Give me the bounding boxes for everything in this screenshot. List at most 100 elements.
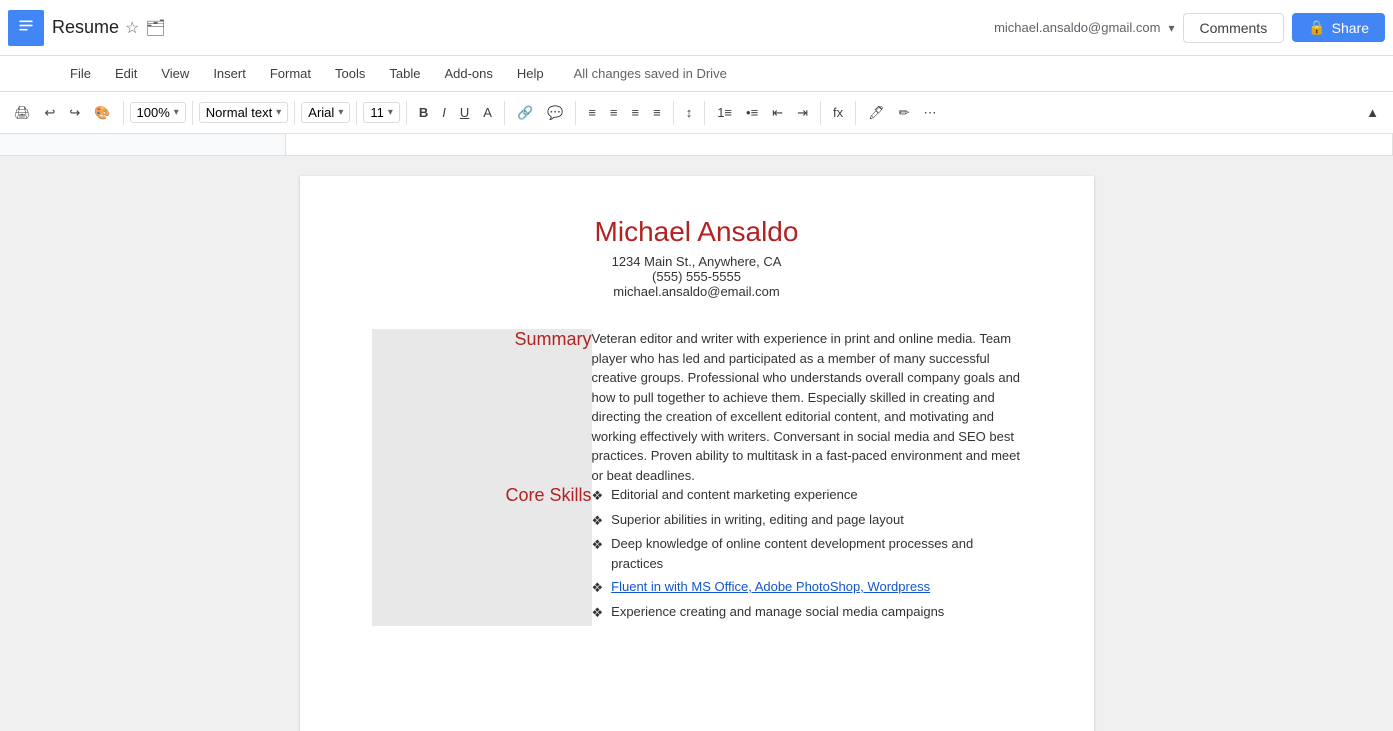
size-chevron-icon: ▾ bbox=[388, 107, 393, 118]
formula-button[interactable]: fx bbox=[827, 101, 849, 124]
increase-indent-button[interactable]: ⇥ bbox=[791, 101, 814, 125]
toolbar-divider-3 bbox=[294, 101, 295, 125]
resume-address: 1234 Main St., Anywhere, CA bbox=[372, 254, 1022, 269]
list-item: ❖ Fluent in with MS Office, Adobe PhotoS… bbox=[592, 577, 1022, 598]
table-row: Core Skills ❖ Editorial and content mark… bbox=[372, 485, 1022, 626]
dropdown-arrow-icon[interactable]: ▾ bbox=[1168, 21, 1174, 35]
pen-button[interactable]: ✏ bbox=[893, 101, 916, 125]
style-value: Normal text bbox=[206, 105, 272, 120]
menu-file[interactable]: File bbox=[60, 62, 101, 85]
top-bar: Resume ☆ 🗂 michael.ansaldo@gmail.com ▾ C… bbox=[0, 0, 1393, 56]
numbered-list-button[interactable]: 1≡ bbox=[711, 101, 738, 124]
app-icon bbox=[8, 10, 44, 46]
comment-inline-button[interactable]: 💬 bbox=[541, 101, 569, 125]
more-button[interactable]: ⋯ bbox=[918, 101, 943, 125]
skill-text: Deep knowledge of online content develop… bbox=[611, 534, 1021, 573]
font-chevron-icon: ▾ bbox=[338, 107, 343, 118]
toolbar-divider-9 bbox=[704, 101, 705, 125]
skills-content-cell: ❖ Editorial and content marketing experi… bbox=[592, 485, 1022, 626]
menu-tools[interactable]: Tools bbox=[325, 62, 375, 85]
resume-table: Summary Veteran editor and writer with e… bbox=[372, 329, 1022, 626]
menu-view[interactable]: View bbox=[151, 62, 199, 85]
resume-email: michael.ansaldo@email.com bbox=[372, 284, 1022, 299]
decrease-indent-button[interactable]: ⇤ bbox=[766, 101, 789, 125]
resume-name: Michael Ansaldo bbox=[372, 216, 1022, 248]
doc-title-area: Resume ☆ 🗂 bbox=[52, 17, 994, 38]
bullet-icon: ❖ bbox=[592, 511, 604, 531]
undo-button[interactable]: ↩ bbox=[39, 101, 62, 125]
line-spacing-button[interactable]: ↕ bbox=[680, 101, 699, 124]
font-dropdown[interactable]: Arial ▾ bbox=[301, 102, 350, 123]
lock-icon: 🔒 bbox=[1308, 19, 1325, 36]
menu-table[interactable]: Table bbox=[379, 62, 430, 85]
share-label: Share bbox=[1332, 20, 1369, 36]
table-row: Summary Veteran editor and writer with e… bbox=[372, 329, 1022, 485]
skills-label-cell: Core Skills bbox=[372, 485, 592, 626]
menu-addons[interactable]: Add-ons bbox=[434, 62, 502, 85]
align-left-button[interactable]: ≡ bbox=[582, 101, 602, 124]
menu-edit[interactable]: Edit bbox=[105, 62, 147, 85]
align-justify-button[interactable]: ≡ bbox=[647, 101, 667, 124]
align-right-button[interactable]: ≡ bbox=[626, 101, 646, 124]
menu-bar: File Edit View Insert Format Tools Table… bbox=[0, 56, 1393, 92]
summary-content: Veteran editor and writer with experienc… bbox=[592, 331, 1021, 483]
print-button[interactable]: 🖨 bbox=[8, 101, 37, 125]
align-center-button[interactable]: ≡ bbox=[604, 101, 624, 124]
toolbar-divider-1 bbox=[123, 101, 124, 125]
skill-link-text[interactable]: Fluent in with MS Office, Adobe PhotoSho… bbox=[611, 577, 930, 597]
style-dropdown[interactable]: Normal text ▾ bbox=[199, 102, 289, 123]
summary-label-cell: Summary bbox=[372, 329, 592, 485]
underline-button[interactable]: U bbox=[454, 101, 475, 124]
menu-format[interactable]: Format bbox=[260, 62, 321, 85]
link-button[interactable]: 🔗 bbox=[511, 101, 539, 125]
highlight-button[interactable]: 🖊 bbox=[862, 101, 891, 125]
ruler bbox=[0, 134, 1393, 156]
skill-text: Superior abilities in writing, editing a… bbox=[611, 510, 904, 530]
toolbar-divider-8 bbox=[673, 101, 674, 125]
font-value: Arial bbox=[308, 105, 334, 120]
folder-icon[interactable]: 🗂 bbox=[145, 18, 165, 38]
summary-label: Summary bbox=[514, 329, 591, 349]
list-item: ❖ Deep knowledge of online content devel… bbox=[592, 534, 1022, 573]
skills-label: Core Skills bbox=[505, 485, 591, 505]
toolbar: 🖨 ↩ ↪ 🎨 100% ▾ Normal text ▾ Arial ▾ 11 … bbox=[0, 92, 1393, 134]
top-right-actions: michael.ansaldo@gmail.com ▾ Comments 🔒 S… bbox=[994, 13, 1385, 43]
size-dropdown[interactable]: 11 ▾ bbox=[363, 102, 400, 123]
user-email: michael.ansaldo@gmail.com bbox=[994, 20, 1160, 35]
text-color-button[interactable]: A bbox=[477, 101, 498, 124]
bullet-icon: ❖ bbox=[592, 535, 604, 555]
bulleted-list-button[interactable]: •≡ bbox=[740, 101, 764, 124]
page: Michael Ansaldo 1234 Main St., Anywhere,… bbox=[300, 176, 1094, 731]
zoom-chevron-icon: ▾ bbox=[174, 107, 179, 118]
menu-insert[interactable]: Insert bbox=[203, 62, 256, 85]
ruler-bar bbox=[285, 134, 1393, 155]
toolbar-divider-5 bbox=[406, 101, 407, 125]
size-value: 11 bbox=[370, 105, 384, 120]
redo-button[interactable]: ↪ bbox=[63, 101, 86, 125]
collapse-toolbar-button[interactable]: ▲ bbox=[1360, 101, 1385, 124]
italic-button[interactable]: I bbox=[436, 101, 452, 124]
share-button[interactable]: 🔒 Share bbox=[1292, 13, 1385, 42]
bold-button[interactable]: B bbox=[413, 101, 434, 124]
toolbar-divider-6 bbox=[504, 101, 505, 125]
zoom-dropdown[interactable]: 100% ▾ bbox=[130, 102, 186, 123]
comments-button[interactable]: Comments bbox=[1183, 13, 1285, 43]
doc-title[interactable]: Resume bbox=[52, 17, 119, 38]
document-area[interactable]: Michael Ansaldo 1234 Main St., Anywhere,… bbox=[0, 156, 1393, 731]
bullet-icon: ❖ bbox=[592, 578, 604, 598]
skill-text: Experience creating and manage social me… bbox=[611, 602, 944, 622]
skill-text: Editorial and content marketing experien… bbox=[611, 485, 857, 505]
paint-format-button[interactable]: 🎨 bbox=[88, 101, 116, 125]
star-icon[interactable]: ☆ bbox=[125, 18, 139, 38]
resume-phone: (555) 555-5555 bbox=[372, 269, 1022, 284]
zoom-value: 100% bbox=[137, 105, 170, 120]
menu-help[interactable]: Help bbox=[507, 62, 554, 85]
toolbar-divider-11 bbox=[855, 101, 856, 125]
bullet-icon: ❖ bbox=[592, 486, 604, 506]
toolbar-divider-2 bbox=[192, 101, 193, 125]
toolbar-divider-10 bbox=[820, 101, 821, 125]
list-item: ❖ Editorial and content marketing experi… bbox=[592, 485, 1022, 506]
list-item: ❖ Experience creating and manage social … bbox=[592, 602, 1022, 623]
resume-header: Michael Ansaldo 1234 Main St., Anywhere,… bbox=[372, 216, 1022, 299]
toolbar-divider-7 bbox=[575, 101, 576, 125]
